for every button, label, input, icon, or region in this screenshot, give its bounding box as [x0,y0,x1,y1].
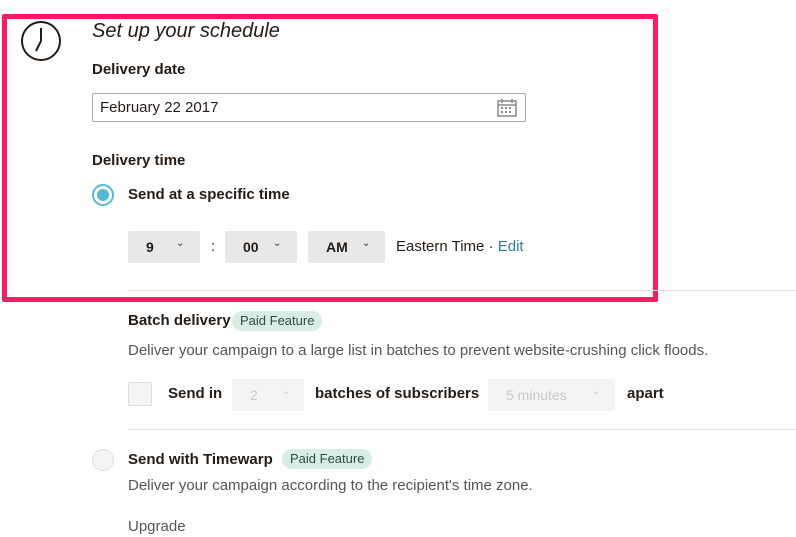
delivery-date-label: Delivery date [92,61,186,78]
batch-delivery-checkbox[interactable] [128,382,152,406]
chevron-down-icon: ⌄ [362,238,371,249]
hour-value: 9 [146,239,154,255]
calendar-icon[interactable] [497,99,517,117]
divider [128,290,796,291]
batch-interval-select[interactable]: 5 minutes ⌄ [488,379,615,411]
batches-count-select[interactable]: 2 ⌄ [232,379,304,411]
time-colon: : [211,238,216,255]
minute-value: 00 [243,239,259,255]
divider [128,429,796,430]
batches-of-label: batches of subscribers [315,385,480,402]
chevron-down-icon: ⌄ [282,386,291,397]
batches-count-value: 2 [250,387,258,403]
timezone-line: Eastern Time · Edit [396,238,524,255]
chevron-down-icon: ⌄ [592,386,601,397]
timewarp-paid-feature-badge: Paid Feature [282,449,373,469]
delivery-date-field[interactable] [92,93,526,122]
chevron-down-icon: ⌄ [176,238,185,249]
timezone-label: Eastern Time [396,238,485,255]
specific-time-radio[interactable] [92,184,114,206]
timewarp-radio[interactable] [92,449,114,471]
specific-time-label[interactable]: Send at a specific time [128,186,290,203]
edit-timezone-link[interactable]: Edit [498,238,524,255]
ampm-select[interactable]: AM ⌄ [308,231,385,263]
apart-label: apart [627,385,664,402]
hour-select[interactable]: 9 ⌄ [128,231,200,263]
send-in-label: Send in [168,385,223,402]
upgrade-link[interactable]: Upgrade [128,518,186,535]
batch-delivery-description: Deliver your campaign to a large list in… [128,342,709,359]
ampm-value: AM [326,239,348,255]
chevron-down-icon: ⌄ [273,238,282,249]
batch-delivery-title: Batch delivery [128,312,231,329]
timewarp-title[interactable]: Send with Timewarp [128,451,273,468]
timezone-separator: · [484,238,498,255]
clock-icon [21,21,61,61]
schedule-title: Set up your schedule [92,20,280,42]
batch-paid-feature-badge: Paid Feature [232,311,323,331]
batch-interval-value: 5 minutes [506,387,567,403]
minute-select[interactable]: 00 ⌄ [225,231,297,263]
delivery-time-label: Delivery time [92,152,186,169]
timewarp-description: Deliver your campaign according to the r… [128,477,533,494]
delivery-date-input[interactable] [100,99,480,116]
